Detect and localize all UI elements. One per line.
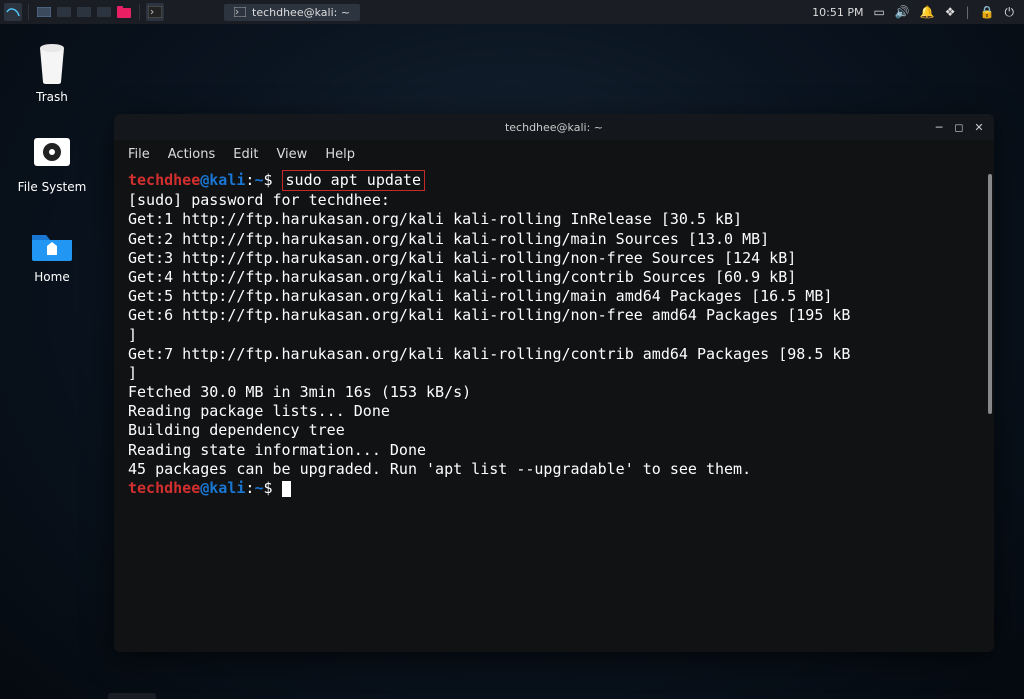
panel-handle[interactable]	[108, 693, 156, 699]
workspace-3-icon[interactable]	[75, 3, 93, 21]
terminal-icon	[234, 7, 246, 17]
terminal-titlebar[interactable]: techdhee@kali: ~ ─ ◻ ✕	[114, 114, 994, 140]
taskbar-active-window[interactable]: techdhee@kali: ~	[224, 4, 360, 21]
filesystem-label: File System	[18, 180, 87, 194]
menu-actions[interactable]: Actions	[168, 147, 216, 162]
terminal-taskbar-icon[interactable]	[146, 3, 164, 21]
separator-icon: |	[966, 5, 970, 19]
clock[interactable]: 10:51 PM	[812, 6, 863, 19]
lock-icon[interactable]: 🔒	[980, 5, 995, 19]
terminal-window: techdhee@kali: ~ ─ ◻ ✕ File Actions Edit…	[114, 114, 994, 652]
menu-view[interactable]: View	[276, 147, 307, 162]
home-label: Home	[34, 270, 69, 284]
notifications-icon[interactable]: 🔔	[920, 5, 935, 19]
maximize-button[interactable]: ◻	[950, 118, 968, 136]
updates-icon[interactable]: ❖	[945, 5, 956, 19]
desktop-icons: Trash File System Home	[12, 40, 92, 284]
filesystem-icon[interactable]: File System	[12, 130, 92, 194]
files-icon[interactable]	[115, 3, 133, 21]
power-icon[interactable]: ⏻	[1005, 5, 1015, 20]
workspace-1-icon[interactable]	[35, 3, 53, 21]
menu-file[interactable]: File	[128, 147, 150, 162]
terminal-menubar: File Actions Edit View Help	[114, 140, 994, 168]
terminal-title: techdhee@kali: ~	[114, 121, 994, 134]
menu-edit[interactable]: Edit	[233, 147, 258, 162]
close-button[interactable]: ✕	[970, 118, 988, 136]
terminal-scrollbar[interactable]	[988, 174, 992, 414]
workspace-2-icon[interactable]	[55, 3, 73, 21]
terminal-body[interactable]: techdhee@kali:~$ sudo apt update[sudo] p…	[114, 168, 994, 652]
taskbar-left	[0, 3, 164, 21]
volume-icon[interactable]: 🔊	[895, 5, 910, 19]
taskbar: techdhee@kali: ~ 10:51 PM ▭ 🔊 🔔 ❖ | 🔒 ⏻	[0, 0, 1024, 24]
menu-help[interactable]: Help	[325, 147, 355, 162]
display-icon[interactable]: ▭	[873, 5, 884, 19]
minimize-button[interactable]: ─	[930, 118, 948, 136]
trash-icon[interactable]: Trash	[12, 40, 92, 104]
home-icon[interactable]: Home	[12, 220, 92, 284]
kali-menu-icon[interactable]	[4, 3, 22, 21]
taskbar-window-title: techdhee@kali: ~	[252, 6, 350, 19]
workspace-4-icon[interactable]	[95, 3, 113, 21]
trash-label: Trash	[36, 90, 68, 104]
taskbar-right: 10:51 PM ▭ 🔊 🔔 ❖ | 🔒 ⏻	[812, 5, 1024, 20]
